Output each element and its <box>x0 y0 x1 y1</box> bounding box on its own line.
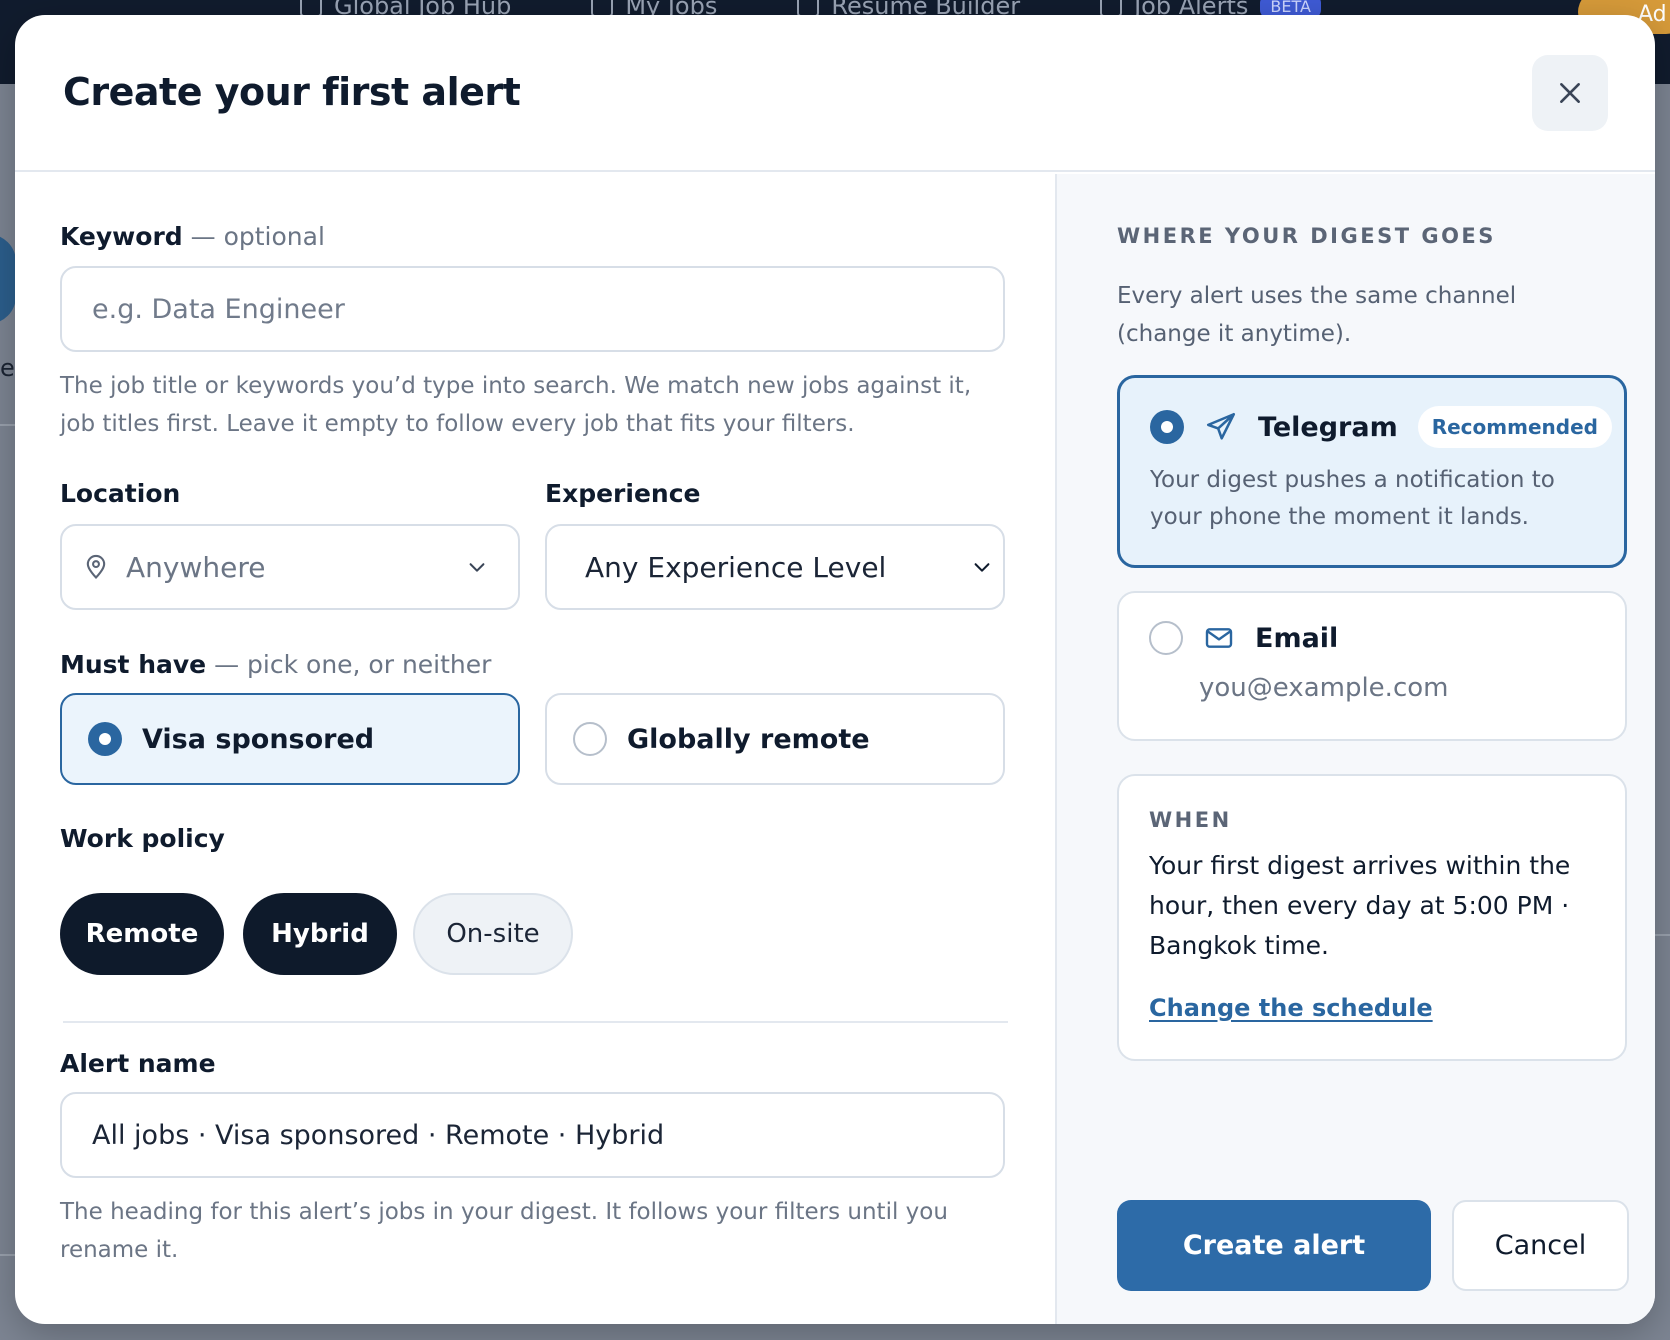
digest-intro-text: Every alert uses the same channel (chang… <box>1117 283 1517 347</box>
when-heading: WHEN <box>1149 808 1232 832</box>
channel-name: Telegram <box>1258 411 1398 443</box>
digest-heading: WHERE YOUR DIGEST GOES <box>1117 224 1496 248</box>
create-alert-button[interactable]: Create alert <box>1117 1200 1431 1291</box>
keyword-input[interactable] <box>60 266 1005 352</box>
channel-option-email[interactable]: Email you@example.com <box>1117 591 1627 741</box>
location-pin-icon <box>86 554 106 579</box>
experience-value: Any Experience Level <box>585 550 887 584</box>
recommended-badge: Recommended <box>1417 406 1612 448</box>
experience-select[interactable]: Any Experience Level <box>545 524 1005 610</box>
mail-icon <box>1205 628 1233 648</box>
alert-name-input[interactable] <box>60 1092 1005 1178</box>
must-have-globally-remote[interactable]: Globally remote <box>545 693 1005 785</box>
work-policy-label: Work policy <box>60 824 225 853</box>
channel-header: Telegram Recommended <box>1150 406 1612 448</box>
background-divider <box>0 424 16 426</box>
alert-name-label: Alert name <box>60 1049 216 1078</box>
work-policy-onsite-chip[interactable]: On-site <box>413 893 573 975</box>
channel-header: Email <box>1149 621 1338 655</box>
work-policy-hybrid-chip[interactable]: Hybrid <box>243 893 397 975</box>
must-have-visa-sponsored[interactable]: Visa sponsored <box>60 693 520 785</box>
radio-selected-icon <box>1150 410 1184 444</box>
must-have-label: Must have — pick one, or neither <box>60 650 492 679</box>
section-divider <box>63 1021 1008 1023</box>
location-label: Location <box>60 479 181 508</box>
close-icon <box>1560 83 1580 103</box>
radio-selected-icon <box>88 722 122 756</box>
radio-unselected-icon <box>1149 621 1183 655</box>
option-label: Visa sponsored <box>142 723 375 755</box>
create-alert-dialog: Create your first alert Keyword — option… <box>15 15 1655 1324</box>
dialog-header: Create your first alert <box>15 15 1655 172</box>
location-value: Anywhere <box>126 550 266 584</box>
channel-name: Email <box>1255 622 1339 654</box>
schedule-card: WHEN Your first digest arrives within th… <box>1117 774 1627 1061</box>
background-avatar <box>0 234 16 324</box>
chevron-down-icon <box>974 563 990 572</box>
radio-unselected-icon <box>573 722 607 756</box>
background-divider <box>0 1254 16 1256</box>
alert-filters-panel: Keyword — optional The job title or keyw… <box>15 174 1055 1324</box>
option-label: Globally remote <box>627 723 870 755</box>
alert-name-helper-text: The heading for this alert’s jobs in you… <box>60 1199 948 1263</box>
cancel-button[interactable]: Cancel <box>1452 1200 1629 1291</box>
digest-settings-panel: WHERE YOUR DIGEST GOES Every alert uses … <box>1055 174 1655 1324</box>
dialog-title: Create your first alert <box>63 70 521 114</box>
keyword-label: Keyword — optional <box>60 222 325 251</box>
close-button[interactable] <box>1532 55 1608 131</box>
experience-label: Experience <box>545 479 701 508</box>
chevron-down-icon <box>469 563 485 572</box>
background-divider <box>1654 934 1670 936</box>
location-select[interactable]: Anywhere <box>60 524 520 610</box>
send-icon <box>1206 412 1236 440</box>
work-policy-remote-chip[interactable]: Remote <box>60 893 224 975</box>
change-schedule-link[interactable]: Change the schedule <box>1149 994 1433 1022</box>
keyword-helper-text: The job title or keywords you’d type int… <box>60 373 972 437</box>
schedule-text: Your first digest arrives within the hou… <box>1149 851 1571 960</box>
channel-option-telegram[interactable]: Telegram Recommended Your digest pushes … <box>1117 375 1627 568</box>
channel-description: Your digest pushes a notification to you… <box>1150 467 1555 530</box>
email-address: you@example.com <box>1199 673 1449 703</box>
